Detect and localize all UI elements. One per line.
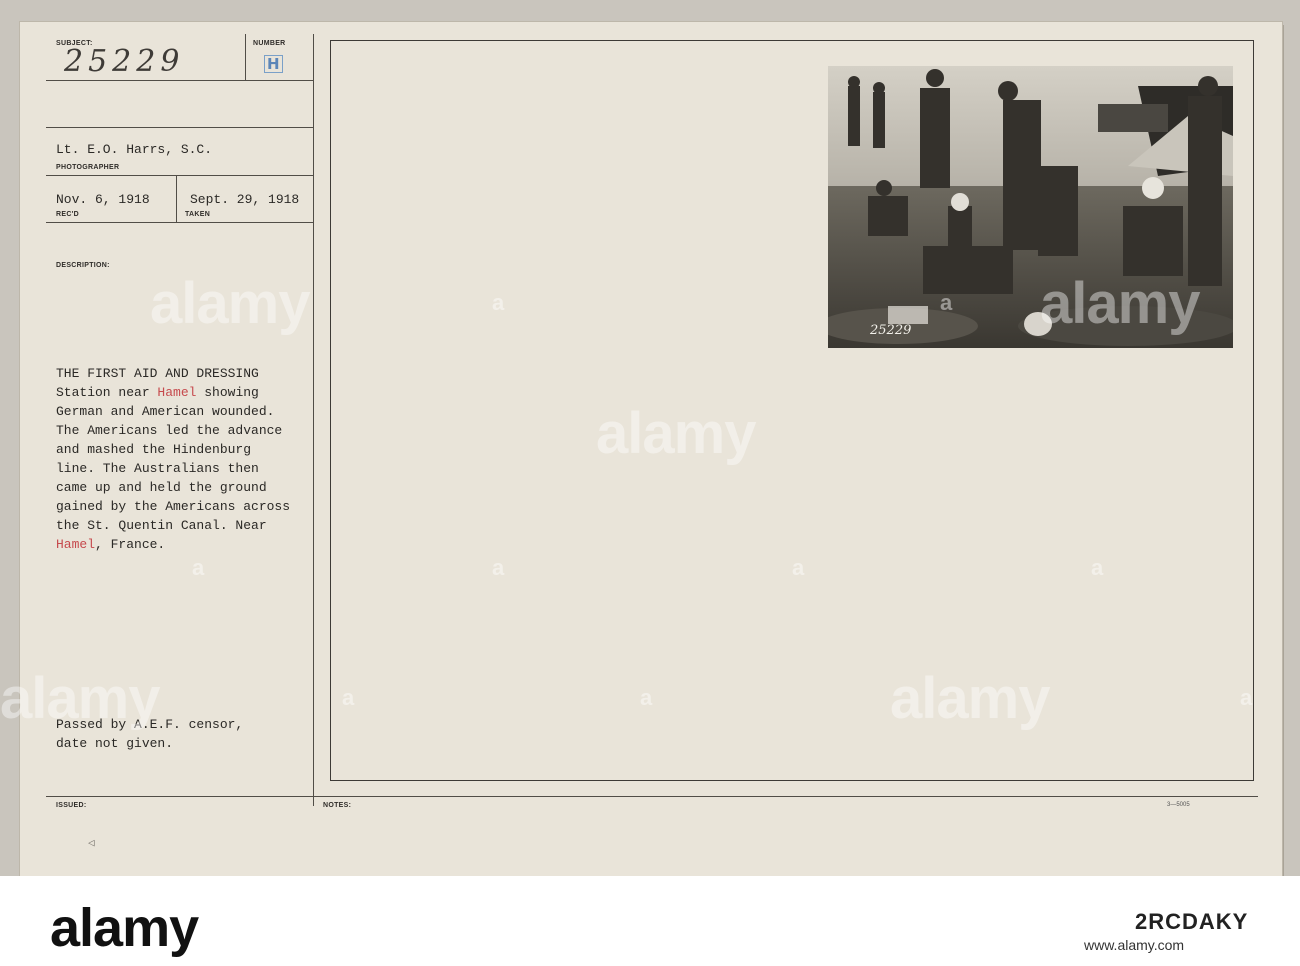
watermark-mark: a (192, 555, 205, 580)
taken-label: TAKEN (185, 211, 211, 218)
watermark-logo: alamy (0, 666, 160, 731)
dates-rule-bottom (46, 222, 313, 223)
description-segment: Station near (56, 385, 158, 400)
description-line: The Americans led the advance (56, 423, 283, 438)
description-line: the St. Quentin Canal. Near (56, 518, 267, 533)
censor-note-line2: date not given. (56, 736, 174, 751)
form-code: 3—5005 (1167, 802, 1190, 808)
description-segment: showing (196, 385, 259, 400)
description-line: gained by the Americans across (56, 499, 291, 514)
notes-label: NOTES: (323, 802, 352, 809)
description-label: DESCRIPTION: (56, 262, 110, 269)
watermark-mark: a (342, 685, 355, 710)
subject-number: 25229 (64, 44, 185, 79)
description-line: German and American wounded. (56, 404, 275, 419)
number-stamp: H (264, 55, 283, 73)
description-line: THE FIRST AID AND DRESSING (56, 366, 259, 381)
dates-rule-top (46, 175, 313, 176)
footer-url[interactable]: www.alamy.com (1084, 937, 1184, 953)
subject-number-divider (245, 34, 246, 80)
watermark-mark: a (492, 290, 505, 315)
watermark-logo: alamy (1040, 271, 1200, 336)
watermark-mark: a (640, 685, 653, 710)
received-date: Nov. 6, 1918 (56, 192, 150, 207)
watermark-mark: a (940, 290, 953, 315)
watermark-logo: alamy (596, 401, 756, 466)
corner-mark-icon: ◁ (88, 838, 95, 850)
photographer-label: PHOTOGRAPHER (56, 164, 120, 171)
photo-number-inscription: 25229 (869, 323, 911, 338)
description-line: Hamel, France. (56, 535, 165, 554)
footer-image-id: 2RCDAKY (1135, 909, 1249, 934)
photographer-rule (46, 127, 313, 128)
left-column-divider (313, 34, 314, 806)
subject-rule (46, 80, 313, 81)
dates-divider (176, 175, 177, 222)
watermark-logo: alamy (150, 271, 310, 336)
description-line: Station near Hamel showing (56, 383, 259, 402)
place-name-highlight: Hamel (157, 385, 197, 400)
taken-date: Sept. 29, 1918 (190, 192, 300, 207)
description-line: and mashed the Hindenburg (56, 442, 252, 457)
description-segment: , France. (95, 537, 166, 552)
watermark-logo: alamy (890, 666, 1050, 731)
photographer-name: Lt. E.O. Harrs, S.C. (56, 142, 213, 157)
place-name-highlight: Hamel (56, 537, 96, 552)
watermark-mark: a (1091, 555, 1104, 580)
description-line: line. The Australians then (56, 461, 259, 476)
issued-rule (46, 796, 1258, 797)
watermark-mark: a (492, 555, 505, 580)
issued-label: ISSUED: (56, 802, 87, 809)
number-label: NUMBER (253, 40, 286, 47)
watermark-mark: a (1240, 685, 1253, 710)
footer-logo: alamy (50, 898, 199, 958)
description-line: came up and held the ground (56, 480, 267, 495)
received-label: REC'D (56, 211, 79, 218)
watermark-mark: a (792, 555, 805, 580)
